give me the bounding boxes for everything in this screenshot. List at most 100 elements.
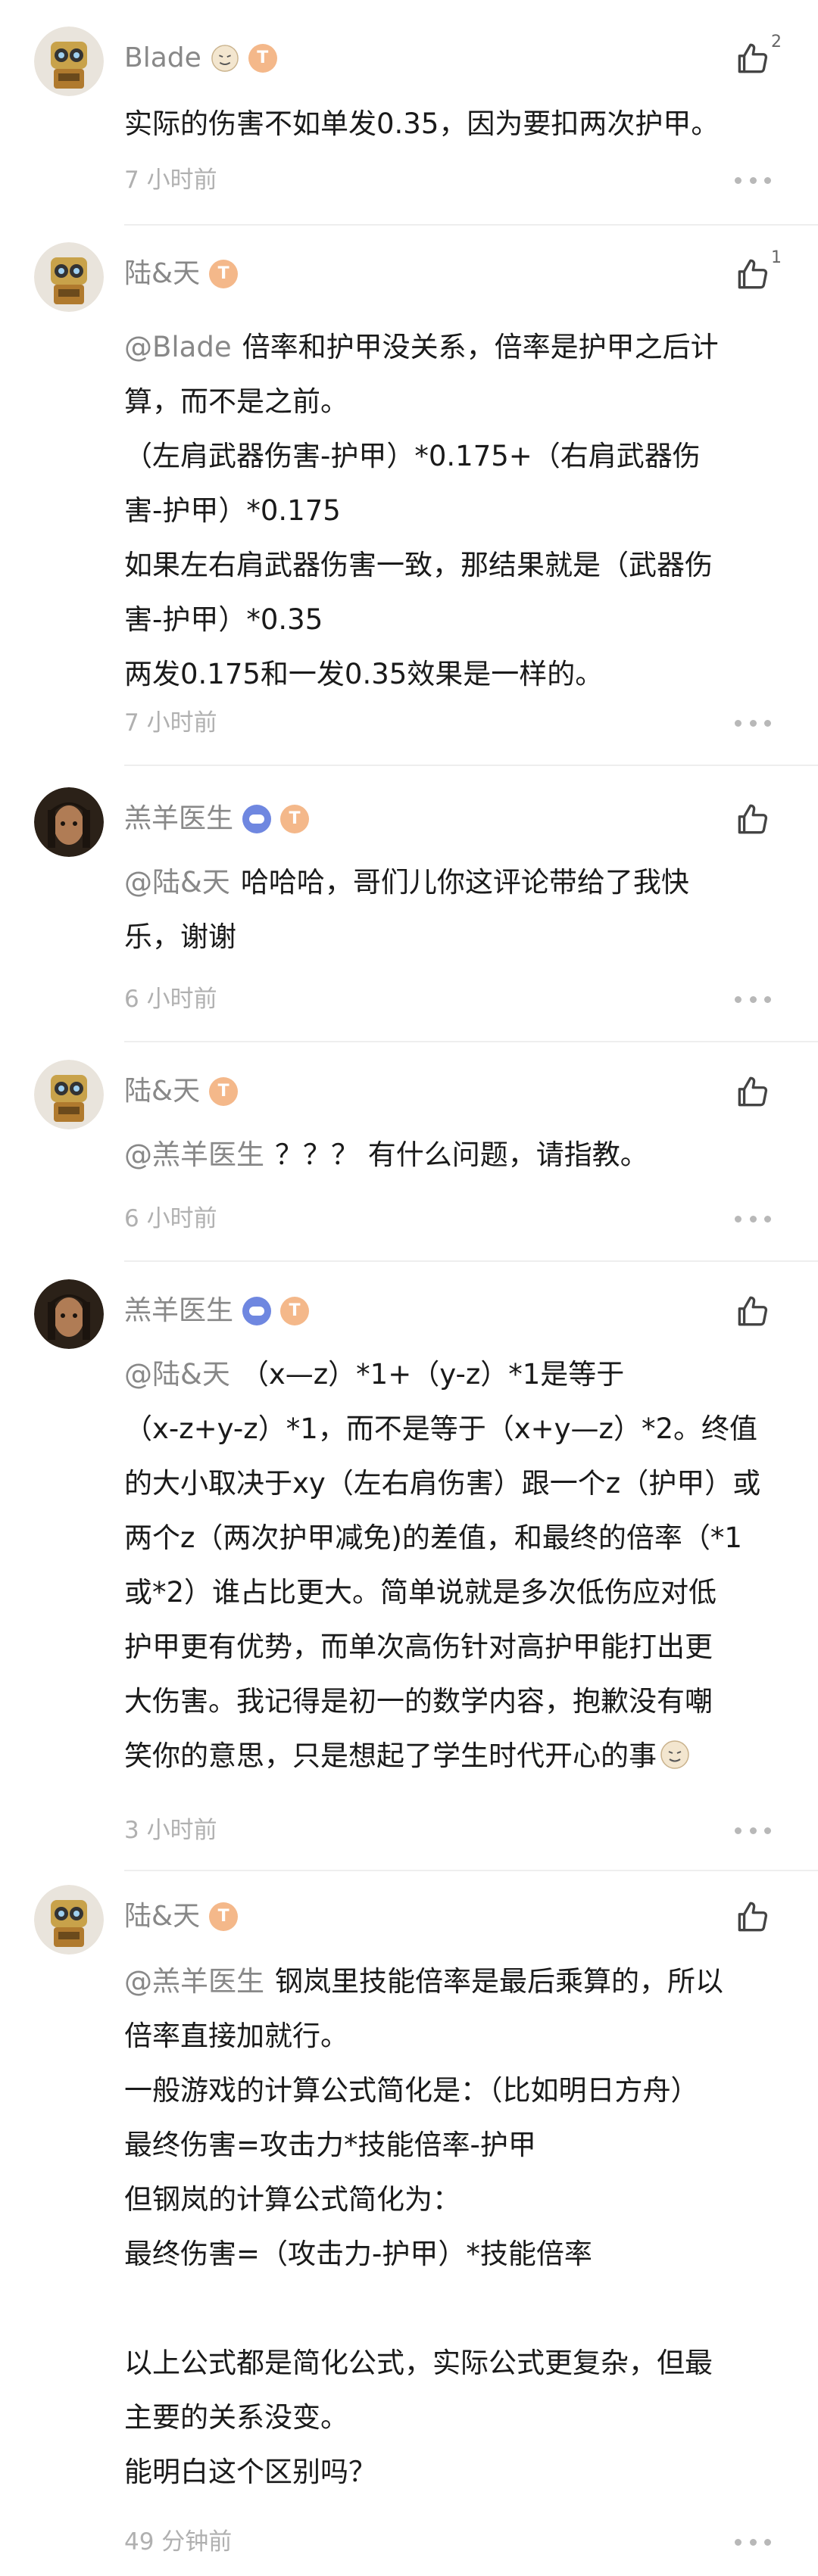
comment-line: 主要的关系没变。 [124,2391,783,2445]
username[interactable]: 陆&天 [124,1069,200,1114]
divider [124,1260,818,1262]
robot-avatar[interactable] [34,1885,104,1955]
comment-line: 实际的伤害不如单发0.35，因为要扣两次护甲。 [124,97,783,151]
line-text: ？？？ 有什么问题，请指教。 [275,1138,648,1171]
timestamp: 49 分钟前 [124,2528,233,2556]
line-text: 乐，谢谢 [124,920,236,953]
comment-line: 算，而不是之前。 [124,375,783,429]
more-options-icon[interactable] [735,1826,771,1835]
comment-text: @Blade 倍率和护甲没关系，倍率是护甲之后计算，而不是之前。 （左肩武器伤害-护… [124,320,783,702]
comment-line: 最终伤害=攻击力*技能倍率-护甲 [124,2118,783,2173]
like-button[interactable]: 1 [733,248,782,303]
line-text: 如果左右肩武器伤害一致，那结果就是（武器伤 [124,549,713,581]
line-text: 算，而不是之前。 [124,385,348,418]
line-text: 倍率和护甲没关系，倍率是护甲之后计 [242,331,719,363]
line-text: 害-护甲）*0.35 [124,603,323,636]
timestamp: 6 小时前 [124,1205,217,1232]
more-options-icon[interactable] [735,718,771,727]
level-badge-icon [209,260,239,288]
line-text: 最终伤害=攻击力*技能倍率-护甲 [124,2129,536,2161]
comment-line: （左肩武器伤害-护甲）*0.175+（右肩武器伤 [124,429,783,484]
line-text: （左肩武器伤害-护甲）*0.175+（右肩武器伤 [124,440,701,472]
like-button[interactable] [733,1073,780,1120]
thumbs-up-icon [733,804,771,842]
comment-text: @羔羊医生 ？？？ 有什么问题，请指教。 [124,1128,783,1182]
divider [124,224,818,226]
line-text: 主要的关系没变。 [124,2401,348,2434]
level-badge-icon [209,1077,239,1106]
comment-text: @羔羊医生 钢岚里技能倍率是最后乘算的，所以倍率直接加就行。一般游戏的计算公式简化… [124,1955,783,2500]
comment-line: 害-护甲）*0.35 [124,593,783,647]
thumbs-up-icon [733,1902,771,1939]
comment-text: @陆&天 哈哈哈，哥们儿你这评论带给了我快 乐，谢谢 [124,855,783,964]
comment-text: 实际的伤害不如单发0.35，因为要扣两次护甲。 [124,97,783,151]
username-row: 陆&天 [124,1069,239,1114]
mention-link[interactable]: @Blade [124,331,232,363]
username[interactable]: 羔羊医生 [124,796,233,842]
line-text: 笑你的意思，只是想起了学生时代开心的事 [124,1740,657,1772]
like-count: 2 [771,33,782,51]
username[interactable]: 陆&天 [124,1894,200,1939]
line-text: 实际的伤害不如单发0.35，因为要扣两次护甲。 [124,107,720,140]
line-text: 护甲更有优势，而单次高伤针对高护甲能打出更 [124,1631,713,1663]
like-button[interactable] [733,1293,780,1340]
comment-line: 两个z（两次护甲减免)的差值，和最终的倍率（*1 [124,1511,783,1565]
username[interactable]: 陆&天 [124,251,200,297]
robot-avatar[interactable] [34,26,104,96]
comment-line [124,2282,783,2336]
mention-link[interactable]: @羔羊医生 [124,1138,264,1171]
gamepad-badge-icon [242,1297,272,1325]
comment-line: 以上公式都是简化公式，实际公式更复杂，但最 [124,2336,783,2391]
comment-line: 笑你的意思，只是想起了学生时代开心的事 [124,1729,783,1783]
more-options-icon[interactable] [735,995,771,1004]
level-badge-icon [280,805,310,833]
line-text: 能明白这个区别吗？ [124,2456,376,2488]
thumbs-up-icon [733,43,771,81]
line-text: 钢岚里技能倍率是最后乘算的，所以 [275,1965,723,1998]
thumbs-up-icon [733,1296,771,1334]
robot-emoji-icon [211,44,239,73]
comment-line: @Blade 倍率和护甲没关系，倍率是护甲之后计 [124,320,783,375]
line-text: 倍率直接加就行。 [124,2020,348,2052]
comment-line: 乐，谢谢 [124,910,783,964]
comment-line: 能明白这个区别吗？ [124,2445,783,2500]
comment-line: 或*2）谁占比更大。简单说就是多次低伤应对低 [124,1565,783,1620]
line-text: 两个z（两次护甲减免)的差值，和最终的倍率（*1 [124,1522,742,1554]
comment-line: 倍率直接加就行。 [124,2009,783,2064]
username-row: 羔羊医生 [124,1288,310,1334]
line-text: 以上公式都是简化公式，实际公式更复杂，但最 [124,2347,713,2379]
line-text: 大伤害。我记得是初一的数学内容，抱歉没有嘲 [124,1685,713,1718]
line-text: 一般游戏的计算公式简化是：（比如明日方舟） [124,2074,699,2107]
like-button[interactable] [733,1899,780,1945]
line-text: （x-z+y-z）*1，而不是等于（x+y—z）*2。终值 [124,1413,757,1445]
like-button[interactable]: 2 [733,33,782,87]
divider [124,1870,818,1871]
comment-line: @羔羊医生 钢岚里技能倍率是最后乘算的，所以 [124,1955,783,2009]
comment-line: 护甲更有优势，而单次高伤针对高护甲能打出更 [124,1620,783,1674]
divider [124,765,818,766]
more-options-icon[interactable] [735,176,771,185]
username[interactable]: Blade [124,36,201,81]
line-text: 最终伤害=（攻击力-护甲）*技能倍率 [124,2238,592,2270]
mention-link[interactable]: @陆&天 [124,1358,230,1391]
comment-line: @陆&天 哈哈哈，哥们儿你这评论带给了我快 [124,855,783,910]
mention-link[interactable]: @羔羊医生 [124,1965,264,1998]
gamepad-badge-icon [242,805,272,833]
comment-line: 大伤害。我记得是初一的数学内容，抱歉没有嘲 [124,1674,783,1729]
robot-avatar[interactable] [34,242,104,312]
username-row: 羔羊医生 [124,796,310,842]
man-avatar[interactable] [34,1279,104,1349]
username[interactable]: 羔羊医生 [124,1288,233,1334]
more-options-icon[interactable] [735,2537,771,2546]
robot-avatar[interactable] [34,1060,104,1129]
line-text: 但钢岚的计算公式简化为： [124,2183,461,2216]
like-button[interactable] [733,801,780,848]
more-options-icon[interactable] [735,1214,771,1223]
man-avatar[interactable] [34,787,104,857]
line-text: 哈哈哈，哥们儿你这评论带给了我快 [240,866,689,899]
username-row: Blade [124,36,277,81]
username-row: 陆&天 [124,251,239,297]
comment-line: 害-护甲）*0.175 [124,484,783,538]
line-text: 害-护甲）*0.175 [124,494,341,527]
mention-link[interactable]: @陆&天 [124,866,230,899]
